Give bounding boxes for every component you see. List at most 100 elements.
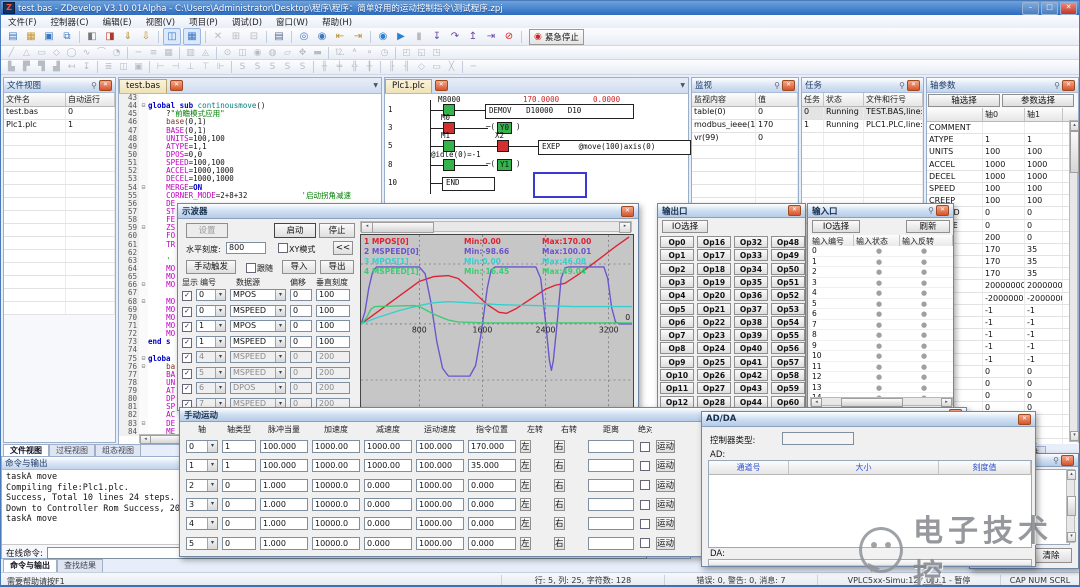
draw-ellipse-icon[interactable]: ◯ <box>65 47 78 59</box>
output-op28-button[interactable]: Op28 <box>697 395 731 408</box>
axis-select-button[interactable]: 轴选择 <box>928 94 1000 107</box>
vbar-icon[interactable]: ╪ <box>333 61 346 73</box>
speed-input[interactable]: 1000.00 <box>416 478 464 492</box>
output-op58-button[interactable]: Op58 <box>771 369 805 381</box>
task-col[interactable]: 文件和行号 <box>864 93 923 106</box>
output-op43-button[interactable]: Op43 <box>734 382 768 395</box>
text-icon[interactable]: ◰ <box>400 47 413 59</box>
absolute-checkbox[interactable] <box>640 518 650 529</box>
hscale-input[interactable]: 800 <box>226 242 266 254</box>
pulse-unit-input[interactable]: 100.000 <box>260 440 308 454</box>
collapse-button[interactable]: << <box>333 241 353 255</box>
wire-del-icon[interactable]: ╳ <box>445 61 458 73</box>
end-icon[interactable]: ─ <box>467 61 480 73</box>
input-invert-led[interactable]: ● <box>921 268 927 276</box>
close-icon[interactable]: ✕ <box>621 205 634 217</box>
file-name[interactable]: Plc1.plc <box>4 120 66 132</box>
step-over-icon[interactable]: ↷ <box>447 29 463 44</box>
output-op37-button[interactable]: Op37 <box>734 302 768 315</box>
export-button[interactable]: 导出 <box>320 260 354 274</box>
output-op11-button[interactable]: Op11 <box>660 382 694 395</box>
arrow-left-icon[interactable]: ↤ <box>65 61 78 73</box>
ctrl-type-field[interactable] <box>782 432 854 445</box>
cmdpos-input[interactable]: 0.000 <box>468 498 516 512</box>
fold-marker[interactable]: ⊟ <box>139 281 148 290</box>
output-op53-button[interactable]: Op53 <box>771 302 805 315</box>
contact-p-icon[interactable]: ⊥ <box>184 61 197 73</box>
draw-diamond-icon[interactable]: ◇ <box>50 47 63 59</box>
axis1-col[interactable]: 轴1 <box>1025 108 1063 121</box>
distance-input[interactable] <box>588 440 634 454</box>
delete-row-icon[interactable]: ▟ <box>50 61 63 73</box>
axis-dropdown[interactable]: 0 <box>186 440 218 454</box>
output-op42-button[interactable]: Op42 <box>734 369 768 381</box>
channel-show-checkbox[interactable]: ✓ <box>182 368 192 379</box>
jog-right-button[interactable]: 右 <box>554 517 565 531</box>
scope-channel-2[interactable]: ✓ 1 MPOS 0 100 <box>178 319 358 335</box>
axis-param-row[interactable]: COMMENT <box>927 122 1078 135</box>
xy-mode-checkbox[interactable] <box>278 243 288 253</box>
inv-coil-icon[interactable]: S <box>296 61 309 73</box>
pin-icon[interactable]: ⚲ <box>774 81 780 90</box>
axis-vscrollbar[interactable]: ▴ ▾ <box>1069 120 1079 442</box>
cmdpos-input[interactable]: 0.000 <box>468 478 516 492</box>
channel-scale-input[interactable]: 200 <box>316 382 350 394</box>
axis-type-input[interactable]: 0 <box>222 517 256 531</box>
pin-icon[interactable]: ⚲ <box>899 81 905 90</box>
step-out-icon[interactable]: ↥ <box>465 29 481 44</box>
fold-marker[interactable]: ⊟ <box>139 183 148 192</box>
cmdpos-input[interactable]: 0.000 <box>468 536 516 550</box>
channel-source-dropdown[interactable]: MSPEED <box>230 304 286 317</box>
task-col[interactable]: 任务 <box>802 93 824 106</box>
decel-input[interactable]: 0.000 <box>364 498 412 512</box>
accel-input[interactable]: 10000.0 <box>312 498 360 512</box>
input-invert-led[interactable]: ● <box>921 258 927 266</box>
input-invert-led[interactable]: ● <box>921 321 927 329</box>
output-op6-button[interactable]: Op6 <box>660 315 694 328</box>
jog-right-button[interactable]: 右 <box>554 478 565 492</box>
jog-left-button[interactable]: 左 <box>520 459 531 473</box>
channel-source-dropdown[interactable]: MSPEED <box>230 351 286 363</box>
channel-source-dropdown[interactable]: DPOS <box>230 382 286 394</box>
watch-row[interactable]: vr(99) 0 <box>692 133 798 146</box>
clear-button[interactable]: 清除 <box>1030 548 1072 563</box>
move-button[interactable]: 运动 <box>656 478 676 492</box>
accel-input[interactable]: 10000.0 <box>312 517 360 531</box>
output-op32-button[interactable]: Op32 <box>734 236 768 248</box>
image-icon[interactable]: ▥ <box>184 47 197 59</box>
new-file-icon[interactable]: ▤ <box>5 29 21 44</box>
ad-col[interactable]: 通道号 <box>709 461 789 474</box>
accel-input[interactable]: 10000.0 <box>312 478 360 492</box>
contact-nc-icon[interactable]: ⊣ <box>169 61 182 73</box>
output-op5-button[interactable]: Op5 <box>660 302 694 315</box>
channel-offset-input[interactable]: 0 <box>290 351 312 363</box>
fold-marker[interactable]: ⊟ <box>139 297 148 306</box>
watch-row[interactable]: modbus_ieee(10000)170 <box>692 120 798 133</box>
channel-show-checkbox[interactable]: ✓ <box>182 291 192 301</box>
output-op19-button[interactable]: Op19 <box>697 275 731 288</box>
refresh-button[interactable]: 刷新 <box>906 220 950 233</box>
task-row-1[interactable]: 1 Running PLC1.PLC,line:1 <box>802 120 923 133</box>
demov-block[interactable]: DEMOV D10000 D10 <box>485 104 634 119</box>
scope-channel-3[interactable]: ✓ 1 MSPEED 0 100 <box>178 335 358 351</box>
close-icon[interactable]: ✕ <box>936 205 949 216</box>
close-icon[interactable]: ✕ <box>907 79 920 91</box>
channel-offset-input[interactable]: 0 <box>290 320 312 332</box>
reset-coil-icon[interactable]: S <box>266 61 279 73</box>
param-select-button[interactable]: 参数选择 <box>1002 94 1074 107</box>
channel-scale-input[interactable]: 200 <box>316 351 350 363</box>
speed-input[interactable]: 100.000 <box>416 440 464 454</box>
file-col-autorun[interactable]: 自动运行 <box>66 93 115 106</box>
output-op52-button[interactable]: Op52 <box>771 289 805 302</box>
accel-input[interactable]: 1000.00 <box>312 440 360 454</box>
page-icon[interactable]: ◳ <box>430 47 443 59</box>
debug-start-icon[interactable]: ▶ <box>393 29 409 44</box>
fold-marker[interactable]: ⊟ <box>139 362 148 371</box>
hbar-icon[interactable]: ╫ <box>318 61 331 73</box>
channel-scale-input[interactable]: 100 <box>316 335 350 348</box>
fold-marker[interactable]: ⊟ <box>139 224 148 233</box>
step-into-icon[interactable]: ↧ <box>429 29 445 44</box>
output-op48-button[interactable]: Op48 <box>771 236 805 248</box>
clock-icon[interactable]: ◷ <box>378 47 391 59</box>
draw-line-icon[interactable]: ╱ <box>5 47 18 59</box>
